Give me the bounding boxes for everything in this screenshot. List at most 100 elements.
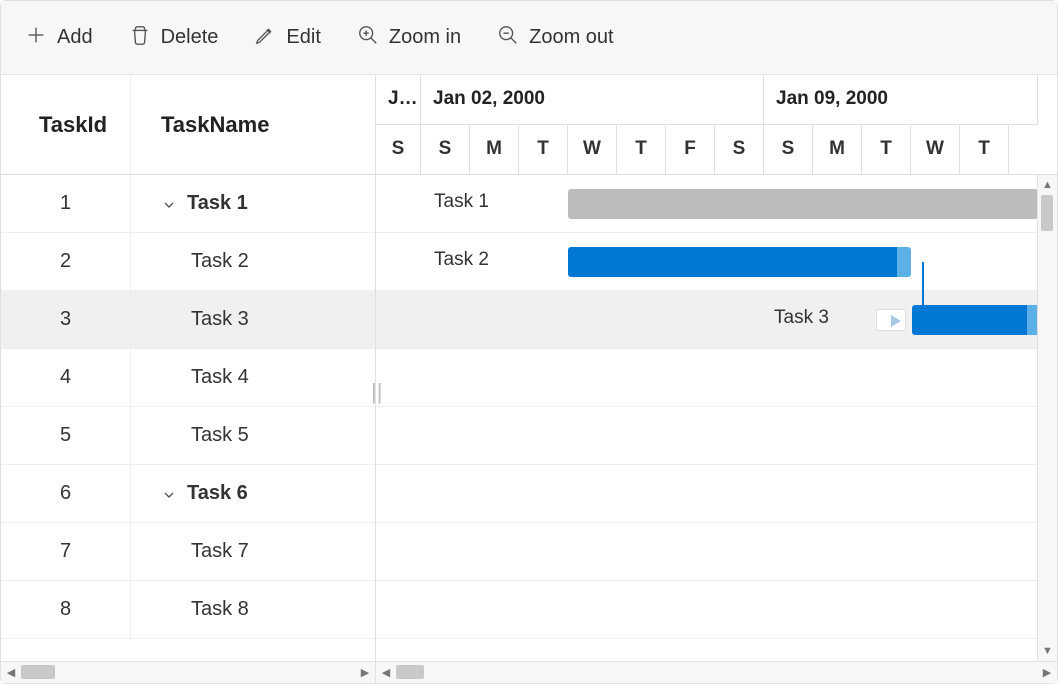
toolbar: Add Delete Edit Zoom in Zoom out: [1, 1, 1057, 75]
scroll-right-icon[interactable]: ▶: [355, 662, 375, 683]
scroll-thumb[interactable]: [21, 665, 55, 679]
dependency-line: [922, 262, 924, 320]
cell-taskid: 7: [1, 523, 131, 580]
gantt-row[interactable]: [376, 581, 1057, 639]
timeline-day-cell: S: [376, 125, 421, 175]
grid-row[interactable]: 4 Task 4: [1, 349, 375, 407]
bar-label: Task 3: [774, 307, 829, 329]
scroll-track[interactable]: [1038, 195, 1057, 641]
cell-taskid: 8: [1, 581, 131, 638]
cell-taskid: 5: [1, 407, 131, 464]
delete-label: Delete: [161, 26, 219, 49]
dependency-arrow-box: [876, 309, 906, 331]
cell-taskname: Task 3: [131, 308, 375, 331]
timeline-week-cell: Jan 02, 2000: [421, 75, 764, 125]
task-bar[interactable]: [912, 305, 1038, 335]
grid-row[interactable]: 5 Task 5: [1, 407, 375, 465]
scroll-thumb[interactable]: [396, 665, 424, 679]
timeline-day-cell: S: [764, 125, 813, 175]
timeline-header: J…Jan 02, 2000Jan 09, 2000 SSMTWTFSSMTWT: [376, 75, 1057, 175]
taskname-text: Task 3: [191, 308, 249, 331]
plus-icon: [25, 24, 47, 52]
trash-icon: [129, 24, 151, 52]
timeline-day-cell: S: [715, 125, 764, 175]
grid-row[interactable]: 2 Task 2: [1, 233, 375, 291]
cell-taskname: Task 2: [131, 250, 375, 273]
cell-taskname: Task 5: [131, 424, 375, 447]
scroll-right-icon[interactable]: ▶: [1037, 662, 1057, 683]
timeline-days-row: SSMTWTFSSMTWT: [376, 125, 1057, 175]
chevron-down-icon[interactable]: [161, 196, 177, 212]
grid-row[interactable]: 6Task 6: [1, 465, 375, 523]
gantt-hscrollbar[interactable]: ◀ ▶: [376, 661, 1057, 683]
scroll-up-icon[interactable]: ▲: [1038, 175, 1057, 195]
edit-button[interactable]: Edit: [254, 24, 320, 52]
scroll-track[interactable]: [21, 662, 355, 683]
scroll-track[interactable]: [396, 662, 1037, 683]
scroll-thumb[interactable]: [1041, 195, 1053, 231]
cell-taskname: Task 6: [131, 482, 375, 505]
gantt-chart: J…Jan 02, 2000Jan 09, 2000 SSMTWTFSSMTWT…: [376, 75, 1057, 683]
gantt-row[interactable]: [376, 523, 1057, 581]
gantt-app: Add Delete Edit Zoom in Zoom out: [0, 0, 1058, 684]
timeline-day-cell: S: [421, 125, 470, 175]
gantt-row[interactable]: [376, 465, 1057, 523]
taskname-text: Task 7: [191, 540, 249, 563]
zoom-in-label: Zoom in: [389, 26, 461, 49]
col-header-taskname[interactable]: TaskName: [131, 75, 375, 174]
delete-button[interactable]: Delete: [129, 24, 219, 52]
pencil-icon: [254, 24, 276, 52]
cell-taskname: Task 1: [131, 192, 375, 215]
timeline-day-cell: W: [911, 125, 960, 175]
scroll-left-icon[interactable]: ◀: [376, 662, 396, 683]
gantt-row[interactable]: [376, 349, 1057, 407]
grid-row[interactable]: 1 Task 1: [1, 175, 375, 233]
col-header-taskid[interactable]: TaskId: [1, 75, 131, 174]
bar-label: Task 1: [434, 191, 489, 213]
taskname-text: Task 4: [191, 366, 249, 389]
grid-row[interactable]: 3 Task 3: [1, 291, 375, 349]
taskname-text: Task 5: [191, 424, 249, 447]
add-button[interactable]: Add: [25, 24, 93, 52]
zoom-out-button[interactable]: Zoom out: [497, 24, 613, 52]
timeline-day-cell: M: [470, 125, 519, 175]
timeline-day-cell: T: [617, 125, 666, 175]
gantt-row[interactable]: Task 3: [376, 291, 1057, 349]
grid-row[interactable]: 8Task 8: [1, 581, 375, 639]
grid-hscrollbar[interactable]: ◀ ▶: [1, 661, 375, 683]
taskname-text: Task 2: [191, 250, 249, 273]
cell-taskid: 1: [1, 175, 131, 232]
grid-row[interactable]: 7 Task 7: [1, 523, 375, 581]
arrow-right-icon: [891, 315, 901, 327]
timeline-day-cell: T: [519, 125, 568, 175]
timeline-weeks-row: J…Jan 02, 2000Jan 09, 2000: [376, 75, 1057, 125]
task-bar[interactable]: [568, 247, 908, 277]
cell-taskname: Task 7: [131, 540, 375, 563]
cell-taskid: 3: [1, 291, 131, 348]
scroll-left-icon[interactable]: ◀: [1, 662, 21, 683]
taskname-text: Task 1: [187, 192, 248, 215]
chevron-down-icon[interactable]: [161, 486, 177, 502]
timeline-week-cell: Jan 09, 2000: [764, 75, 1038, 125]
timeline-day-cell: F: [666, 125, 715, 175]
task-grid: TaskId TaskName 1 Task 1 2 Task 2 3 Task 3 4 Ta…: [1, 75, 376, 683]
zoom-out-icon: [497, 24, 519, 52]
cell-taskid: 6: [1, 465, 131, 522]
timeline-day-cell: T: [960, 125, 1009, 175]
splitter-handle[interactable]: ||: [371, 379, 382, 405]
add-label: Add: [57, 26, 93, 49]
grid-body: 1Task 12Task 23Task 34Task 45Task 56Task…: [1, 175, 375, 661]
gantt-vscrollbar[interactable]: ▲ ▼: [1037, 175, 1057, 661]
scroll-down-icon[interactable]: ▼: [1038, 641, 1057, 661]
gantt-row[interactable]: Task 1: [376, 175, 1057, 233]
gantt-row[interactable]: [376, 407, 1057, 465]
summary-bar[interactable]: [568, 189, 1038, 219]
gantt-row[interactable]: Task 2: [376, 233, 1057, 291]
zoom-in-button[interactable]: Zoom in: [357, 24, 461, 52]
edit-label: Edit: [286, 26, 320, 49]
gantt-body[interactable]: Task 1 Task 2 Task 3: [376, 175, 1057, 661]
main-split: || TaskId TaskName 1 Task 1 2 Task 2 3 Task 3…: [1, 75, 1057, 683]
bar-label: Task 2: [434, 249, 489, 271]
cell-taskid: 4: [1, 349, 131, 406]
cell-taskid: 2: [1, 233, 131, 290]
